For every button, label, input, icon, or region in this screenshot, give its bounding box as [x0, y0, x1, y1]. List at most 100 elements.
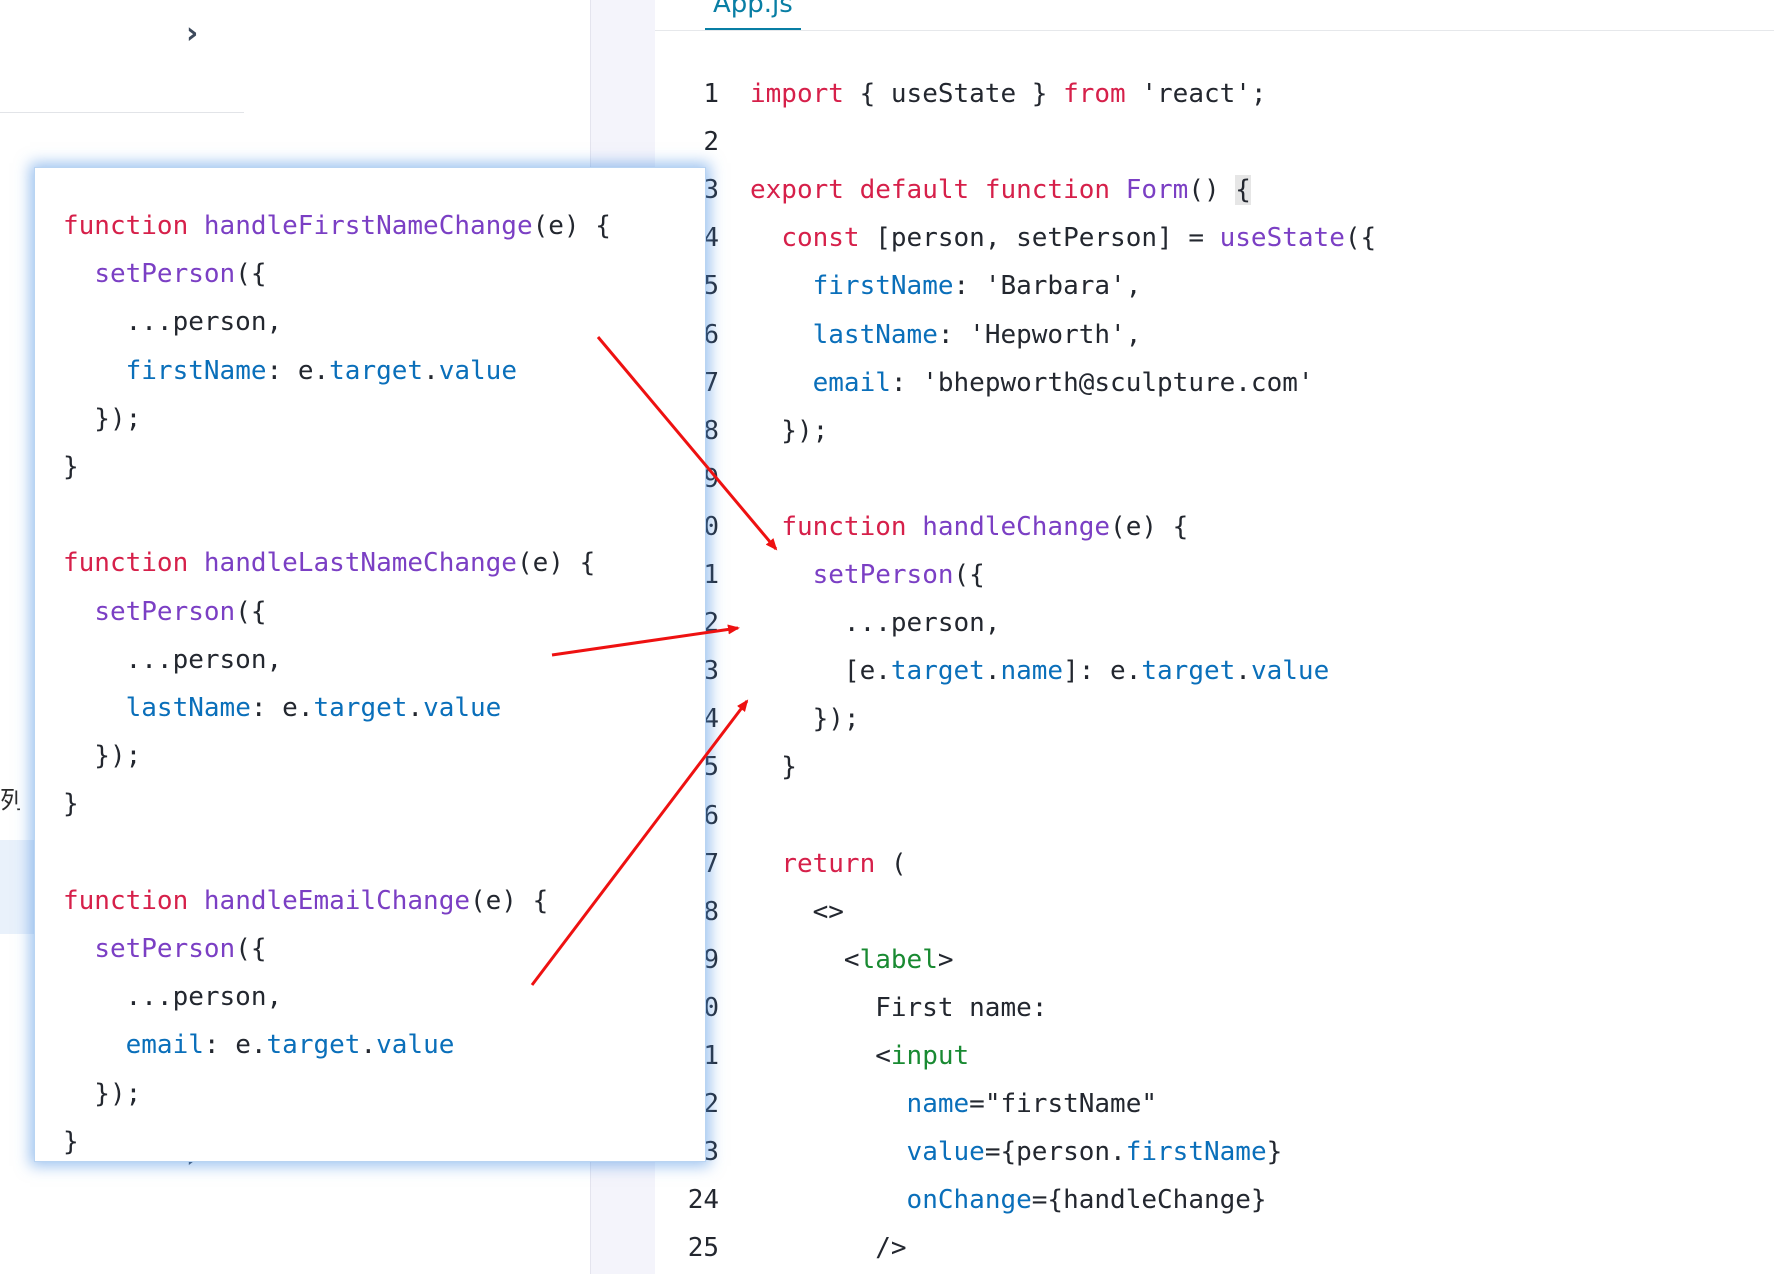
code-line: 21 <input [655, 1032, 1755, 1080]
code-token: Form [1125, 175, 1189, 206]
code-token: [person, setPerson] = [859, 223, 1220, 254]
code-token: export [750, 175, 844, 206]
code-token: target [329, 355, 424, 386]
line-code: import { useState } from 'react'; [750, 70, 1267, 118]
line-code: [e.target.name]: e.target.value [750, 647, 1329, 695]
code-line: 19 <label> [655, 936, 1755, 984]
code-token: ({ [1344, 223, 1377, 254]
code-token: function [984, 175, 1111, 206]
code-line: 3 export default function Form() { [655, 166, 1755, 214]
code-token: function [63, 548, 189, 579]
code-token: name [906, 1089, 970, 1120]
code-token: ({ [235, 934, 267, 964]
code-token: target [266, 1030, 361, 1061]
code-token: from [1063, 79, 1126, 109]
code-line: 16 [655, 792, 1755, 840]
code-token: : 'bhepworth@sculpture.com' [890, 367, 1314, 398]
line-code: }); [750, 407, 828, 455]
chevron-right-icon[interactable]: › [186, 14, 216, 54]
code-token: (e) { [470, 885, 549, 916]
code-token: firstName [125, 355, 267, 386]
code-token: } [1266, 1137, 1283, 1168]
code-token: }); [63, 741, 142, 772]
line-code: }); [750, 695, 860, 743]
code-token: } [63, 1126, 79, 1157]
popup-code-line: setPerson({ [63, 588, 267, 636]
popup-code-line: firstName: e.target.value [63, 347, 517, 395]
code-token: (e) { [532, 211, 611, 241]
code-token: < [750, 944, 860, 975]
popup-code-line: }); [63, 395, 141, 443]
code-token: 'react'; [1125, 79, 1267, 109]
code-token: . [984, 656, 1001, 687]
code-token: function [781, 511, 907, 542]
code-token: }); [63, 403, 142, 434]
code-token: ...person, [63, 644, 283, 675]
code-line: 14 }); [655, 695, 1755, 743]
code-line: 8 }); [655, 407, 1755, 455]
popup-code-line: } [63, 1118, 79, 1166]
line-code: email: 'bhepworth@sculpture.com' [750, 359, 1314, 407]
code-line: 1 import { useState } from 'react'; [655, 70, 1755, 118]
code-token: ({ [235, 596, 267, 627]
code-line: 12 ...person, [655, 599, 1755, 647]
code-token: : e. [266, 355, 330, 386]
code-token: <> [750, 896, 844, 927]
code-line: 6 lastName: 'Hepworth', [655, 311, 1755, 359]
code-line: 7 email: 'bhepworth@sculpture.com' [655, 359, 1755, 407]
code-token: { [1235, 175, 1251, 206]
code-line: 11 setPerson({ [655, 551, 1755, 599]
code-token: target [313, 693, 408, 723]
code-line: 9 [655, 455, 1755, 503]
code-token: handleChange [922, 511, 1111, 542]
popup-code-line: function handleEmailChange(e) { [63, 877, 548, 925]
code-token: firstName [1125, 1137, 1267, 1168]
code-token: () [1188, 175, 1236, 206]
code-token: lastName [812, 319, 938, 350]
code-token: }); [750, 415, 829, 446]
code-token: }); [750, 704, 860, 735]
tab-app-js[interactable]: App.js [705, 0, 801, 30]
code-line: 4 const [person, setPerson] = useState({ [655, 214, 1755, 262]
code-token: default [859, 175, 970, 206]
code-token: }); [63, 1078, 142, 1109]
popup-code-line: setPerson({ [63, 925, 267, 973]
sidebar-active-item[interactable] [0, 840, 34, 934]
line-code: <input [750, 1032, 969, 1080]
line-number: 25 [687, 1233, 719, 1264]
code-token: setPerson [94, 934, 236, 964]
line-number: 24 [687, 1185, 719, 1216]
code-line: 24 onChange={handleChange} [655, 1176, 1755, 1224]
code-token: value [438, 355, 517, 386]
code-token: ...person, [750, 608, 1001, 639]
sidebar-divider [0, 112, 244, 113]
line-code: name="firstName" [750, 1080, 1157, 1128]
code-line: 2 [655, 118, 1755, 166]
popup-code-line: }); [63, 732, 141, 780]
code-token: ={person. [984, 1137, 1126, 1168]
code-token: ={handleChange} [1031, 1185, 1267, 1216]
code-line: 17 return ( [655, 840, 1755, 888]
code-token: setPerson [94, 259, 236, 290]
line-code: const [person, setPerson] = useState({ [750, 214, 1376, 262]
code-token: < [750, 1041, 891, 1071]
line-code: <label> [750, 936, 954, 984]
code-token: (e) { [1110, 511, 1189, 542]
code-token: target [890, 656, 985, 687]
sidebar-partial-label: 列 [0, 786, 20, 814]
code-token: email [125, 1030, 204, 1061]
code-token: } [750, 752, 797, 783]
code-line: 25 /> [655, 1224, 1755, 1272]
code-token: { useState } [843, 79, 1064, 109]
line-code: return ( [750, 840, 906, 888]
